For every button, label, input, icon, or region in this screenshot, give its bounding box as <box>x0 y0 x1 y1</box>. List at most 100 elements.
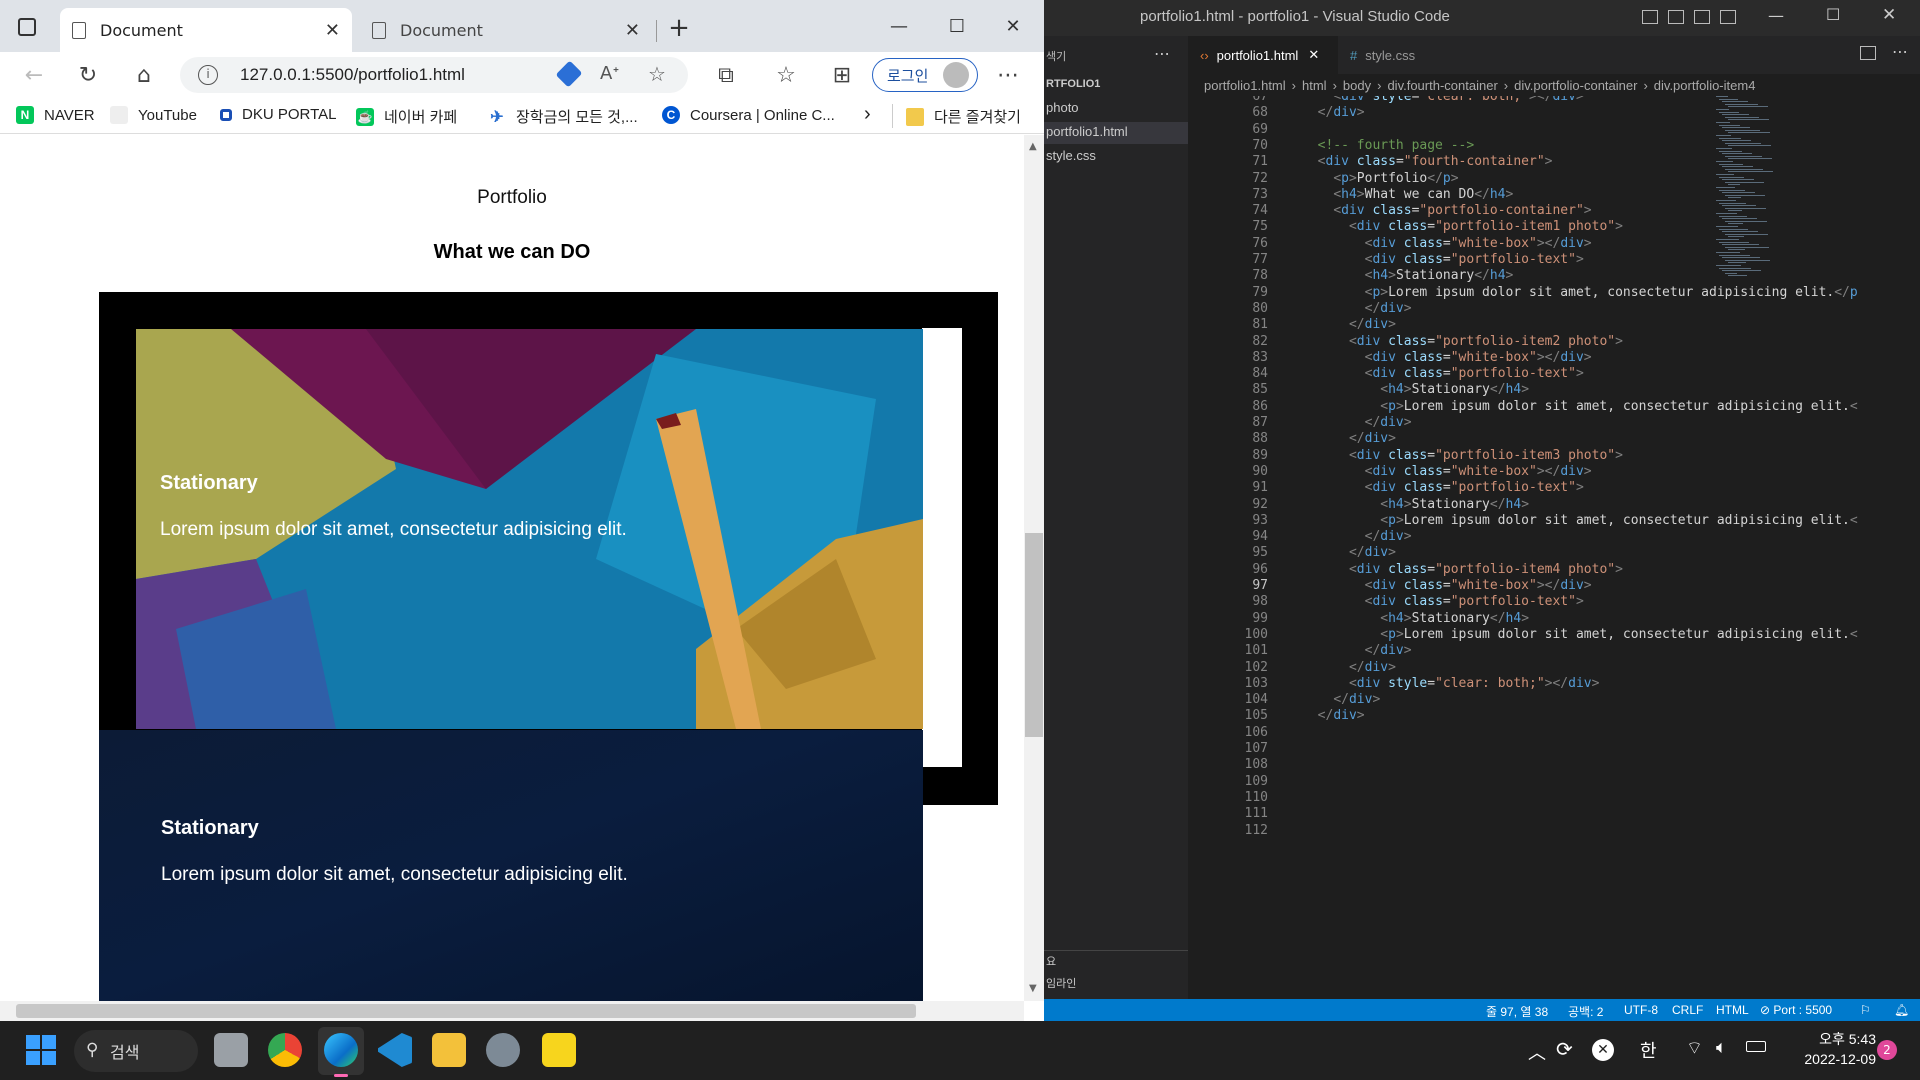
close-icon[interactable]: ✕ <box>1882 5 1896 25</box>
code-line[interactable]: <p>Lorem ipsum dolor sit amet, consectet… <box>1302 627 1857 642</box>
file-item-portfolio1[interactable]: portfolio1.html <box>1046 124 1128 139</box>
cursor-position[interactable]: 줄 97, 열 38 <box>1486 1003 1548 1020</box>
volume-icon[interactable]: 🔈︎ <box>1716 1037 1727 1058</box>
maximize-icon[interactable]: ☐ <box>934 10 980 42</box>
battery-icon[interactable] <box>1746 1041 1766 1052</box>
sync-icon[interactable]: ⟳ <box>1556 1037 1573 1061</box>
code-line[interactable]: </div> <box>1302 415 1412 430</box>
code-line[interactable]: </div> <box>1302 301 1412 316</box>
minimize-icon[interactable]: — <box>876 10 922 42</box>
breadcrumb-item[interactable]: html <box>1302 78 1327 93</box>
settings-gear-icon[interactable] <box>486 1033 520 1067</box>
vscode-icon[interactable] <box>378 1033 412 1067</box>
close-tab-icon[interactable]: ✕ <box>625 20 640 41</box>
login-button[interactable]: 로그인 <box>872 58 978 92</box>
code-line[interactable]: </div> <box>1302 105 1365 120</box>
read-aloud-icon[interactable]: Aᐩ <box>600 63 619 84</box>
close-tab-icon[interactable]: ✕ <box>325 20 340 41</box>
code-line[interactable]: </div> <box>1302 529 1412 544</box>
line-ending[interactable]: CRLF <box>1672 1003 1703 1017</box>
task-view-icon[interactable] <box>214 1033 248 1067</box>
maximize-icon[interactable]: ☐ <box>1826 5 1840 24</box>
edge-icon[interactable] <box>324 1033 358 1067</box>
code-line[interactable]: </div> <box>1302 643 1412 658</box>
outline-header[interactable]: 요 <box>1046 953 1056 969</box>
minimize-icon[interactable]: — <box>1768 6 1784 25</box>
more-bookmarks-chevron-icon[interactable]: › <box>864 103 871 126</box>
code-line[interactable]: <h4>Stationary</h4> <box>1302 497 1529 512</box>
code-line[interactable]: <h4>Stationary</h4> <box>1302 611 1529 626</box>
breadcrumb-item[interactable]: div.portfolio-container <box>1514 78 1637 93</box>
wifi-icon[interactable]: ⌔ <box>1686 1037 1703 1060</box>
encoding[interactable]: UTF-8 <box>1624 1003 1658 1017</box>
bookmark-youtube[interactable]: YouTube <box>110 106 197 124</box>
other-favorites[interactable]: 다른 즐겨찾기 <box>906 106 1021 127</box>
code-line[interactable]: </div> <box>1302 660 1396 675</box>
code-line[interactable]: </div> <box>1302 545 1396 560</box>
language-mode[interactable]: HTML <box>1716 1003 1749 1017</box>
file-item-photo[interactable]: photo <box>1046 100 1079 115</box>
feedback-icon[interactable]: ⚐ <box>1860 1003 1871 1017</box>
toggle-secondary-sidebar-icon[interactable] <box>1694 10 1710 24</box>
chevron-up-icon[interactable]: ︿ <box>1528 1039 1546 1065</box>
code-line[interactable]: <p>Portfolio</p> <box>1302 171 1458 186</box>
minimap[interactable] <box>1712 96 1776 316</box>
close-window-icon[interactable]: ✕ <box>990 10 1036 42</box>
code-line[interactable]: </div> <box>1302 708 1365 723</box>
code-line[interactable]: </div> <box>1302 431 1396 446</box>
new-tab-icon[interactable]: + <box>656 12 702 44</box>
toggle-sidebar-icon[interactable] <box>1642 10 1658 24</box>
code-line[interactable]: <div class="white-box"></div> <box>1302 350 1592 365</box>
code-line[interactable]: <!-- fourth page --> <box>1302 138 1475 153</box>
bookmark-scholarship[interactable]: ✈ 장학금의 모든 것,... <box>488 106 637 127</box>
code-line[interactable]: <div class="white-box"></div> <box>1302 236 1592 251</box>
customize-layout-icon[interactable] <box>1720 10 1736 24</box>
clock[interactable]: 오후 5:43 2022-12-09 <box>1782 1029 1876 1069</box>
coupon-tag-icon[interactable] <box>555 60 583 88</box>
toggle-panel-icon[interactable] <box>1668 10 1684 24</box>
editor-more-icon[interactable]: ⋯ <box>1892 42 1908 61</box>
extensions-icon[interactable]: ⧉ <box>708 59 744 91</box>
chrome-icon[interactable] <box>268 1033 302 1067</box>
code-line[interactable]: <div class="portfolio-container"> <box>1302 203 1591 218</box>
code-line[interactable]: <p>Lorem ipsum dolor sit amet, consectet… <box>1302 399 1857 414</box>
back-icon[interactable]: ← <box>16 59 52 91</box>
split-editor-icon[interactable] <box>1860 46 1876 60</box>
breadcrumb-item[interactable]: portfolio1.html <box>1204 78 1286 93</box>
taskbar-search[interactable]: ⚲ 검색 <box>74 1030 198 1072</box>
scroll-down-icon[interactable]: ▼ <box>1029 983 1037 994</box>
refresh-icon[interactable]: ↻ <box>70 59 106 91</box>
address-field[interactable]: i 127.0.0.1:5500/portfolio1.html Aᐩ ☆ <box>180 57 688 93</box>
code-line[interactable]: <h4>Stationary</h4> <box>1302 382 1529 397</box>
code-line[interactable]: </div> <box>1302 317 1396 332</box>
code-line[interactable]: </div> <box>1302 692 1380 707</box>
code-line[interactable]: <div class="fourth-container"> <box>1302 154 1553 169</box>
code-line[interactable]: <div style="clear: both;"></div> <box>1302 676 1599 691</box>
horizontal-scroll-thumb[interactable] <box>16 1004 916 1018</box>
code-editor[interactable]: 67 <div style="clear: both;"></div> 68 </… <box>1188 96 1920 999</box>
home-icon[interactable]: ⌂ <box>126 59 162 91</box>
info-icon[interactable]: i <box>198 65 218 85</box>
tab-document-1[interactable]: Document ✕ <box>60 8 352 52</box>
bookmark-coursera[interactable]: C Coursera | Online C... <box>662 106 835 124</box>
more-actions-icon[interactable]: ⋯ <box>1154 44 1170 63</box>
code-line[interactable]: <div class="portfolio-text"> <box>1302 480 1584 495</box>
timeline-header[interactable]: 임라인 <box>1046 975 1076 991</box>
breadcrumb-item[interactable]: div.fourth-container <box>1387 78 1497 93</box>
notification-badge[interactable]: 2 <box>1877 1040 1897 1060</box>
folder-header[interactable]: RTFOLIO1 <box>1046 78 1100 90</box>
sticky-notes-icon[interactable] <box>542 1033 576 1067</box>
code-line[interactable]: <div class="white-box"></div> <box>1302 578 1592 593</box>
scroll-up-icon[interactable]: ▲ <box>1029 141 1037 152</box>
code-line[interactable]: <div class="portfolio-text"> <box>1302 252 1584 267</box>
indentation[interactable]: 공백: 2 <box>1568 1003 1603 1020</box>
code-line[interactable]: <div class="portfolio-item3 photo"> <box>1302 448 1623 463</box>
code-line[interactable]: <div style="clear: both;"></div> <box>1302 96 1583 104</box>
close-circle-icon[interactable]: ✕ <box>1592 1039 1614 1061</box>
code-line[interactable]: <div class="portfolio-item2 photo"> <box>1302 334 1623 349</box>
notifications-bell-icon[interactable]: 🔔︎ <box>1894 1003 1909 1017</box>
code-line[interactable]: <div class="portfolio-text"> <box>1302 594 1584 609</box>
live-server-port[interactable]: ⊘ Port : 5500 <box>1760 1003 1832 1017</box>
code-line[interactable]: <div class="portfolio-item1 photo"> <box>1302 219 1623 234</box>
breadcrumb-item[interactable]: body <box>1343 78 1371 93</box>
